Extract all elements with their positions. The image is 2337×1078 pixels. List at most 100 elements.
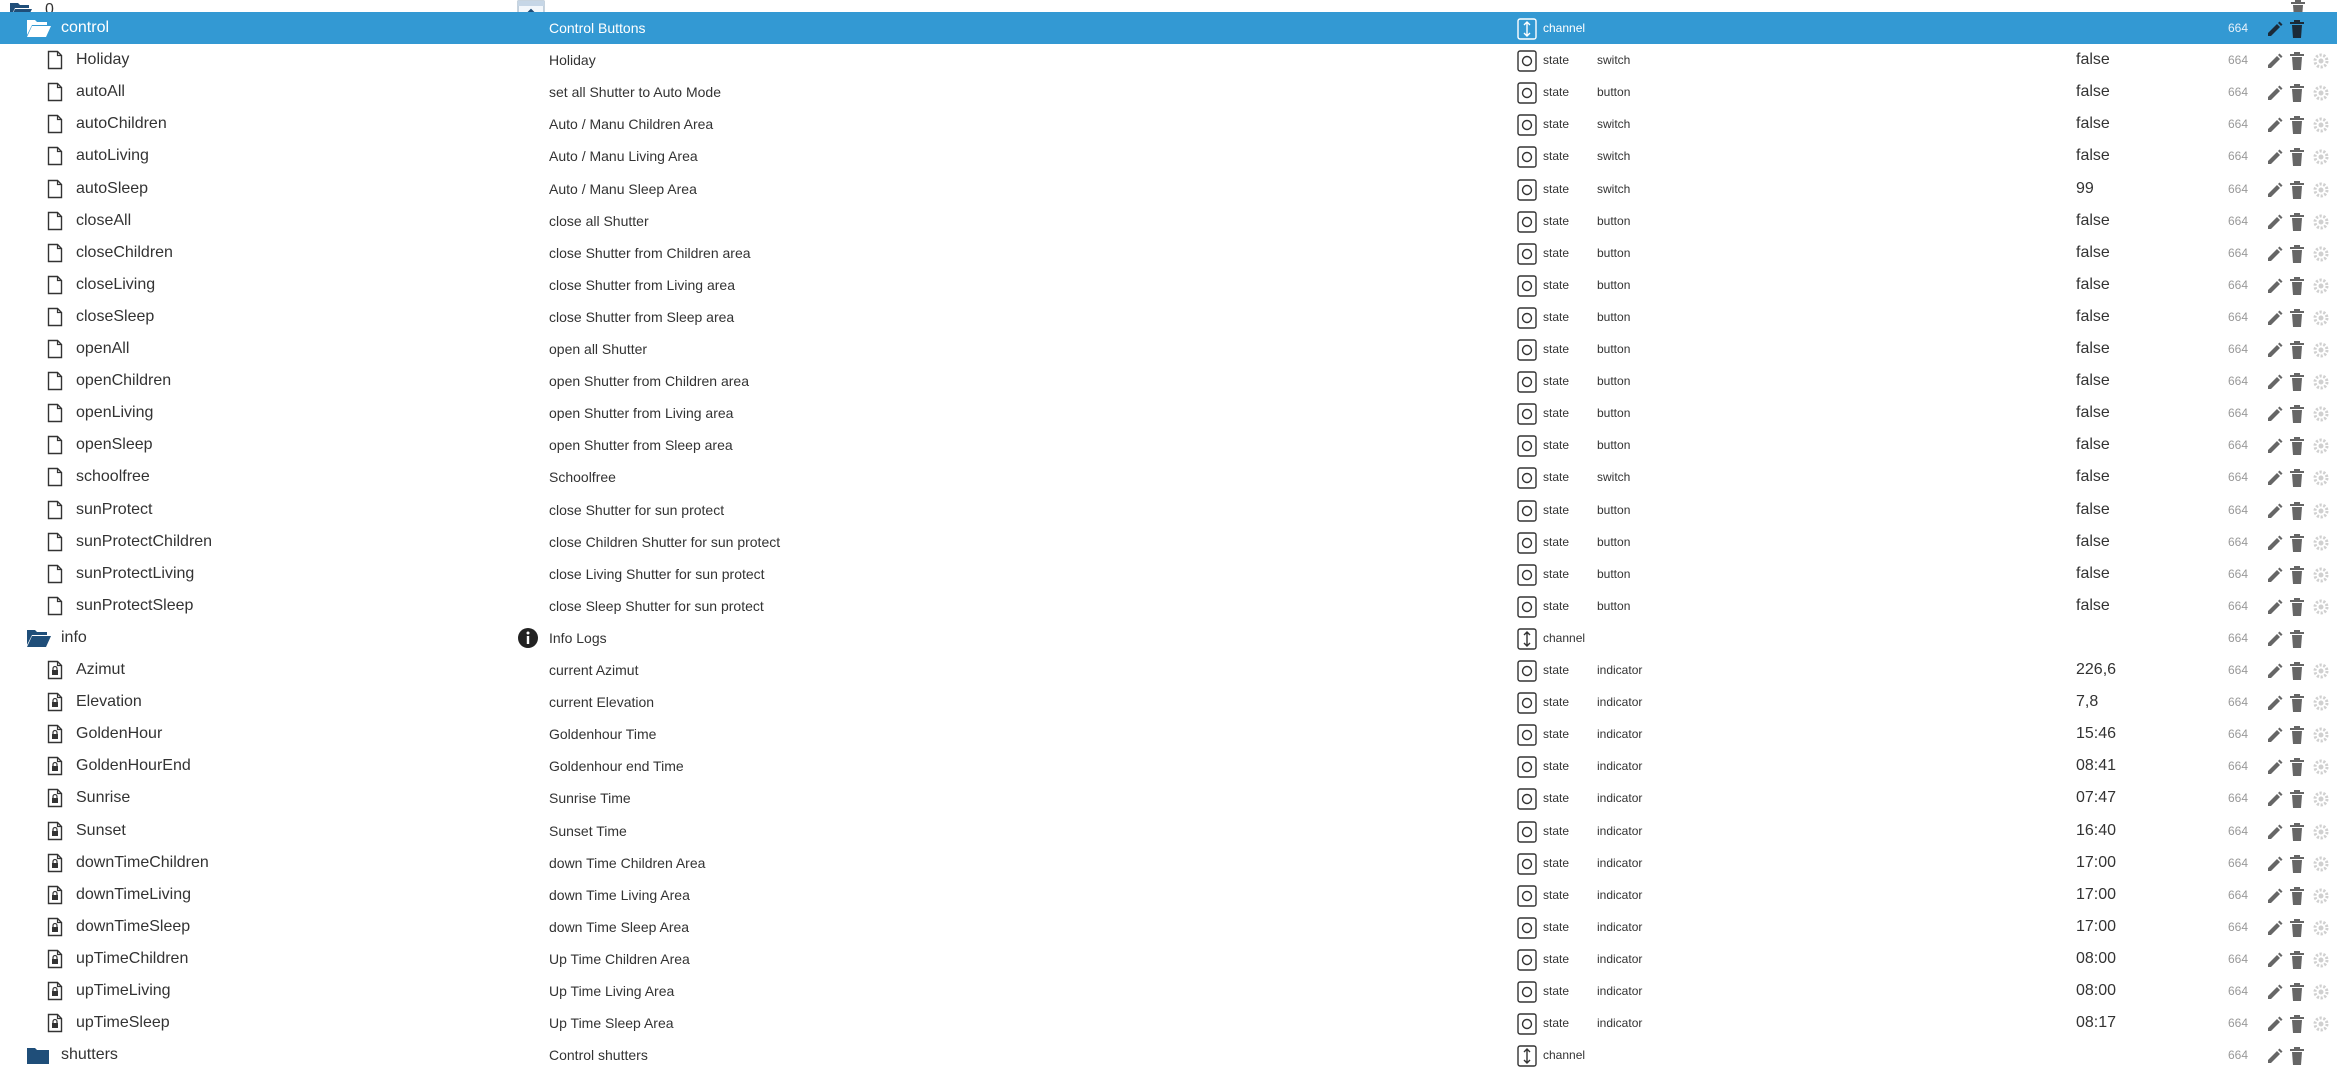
tree-row-open-living[interactable]: openLiving open Shutter from Living area s…: [0, 397, 2337, 429]
settings-gear-icon[interactable]: [2312, 309, 2330, 327]
object-value[interactable]: false: [2076, 558, 2110, 590]
tree-row-down-time-living[interactable]: downTimeLiving down Time Living Area state…: [0, 879, 2337, 911]
delete-icon[interactable]: [2289, 662, 2305, 680]
edit-icon[interactable]: [2266, 1047, 2284, 1065]
delete-icon[interactable]: [2289, 501, 2305, 520]
folder-open-icon[interactable]: [26, 628, 52, 648]
tree-row-golden-hour-end[interactable]: GoldenHourEnd Goldenhour end Time state ind…: [0, 750, 2337, 782]
edit-icon[interactable]: [2266, 758, 2284, 776]
edit-icon[interactable]: [2266, 502, 2284, 520]
settings-gear-icon[interactable]: [2312, 919, 2330, 937]
settings-gear-icon[interactable]: [2312, 52, 2330, 70]
tree-row-auto-children[interactable]: autoChildren Auto / Manu Children Area sta…: [0, 108, 2337, 140]
tree-row-auto-all[interactable]: autoAll set all Shutter to Auto Mode state…: [0, 76, 2337, 108]
edit-icon[interactable]: [2266, 662, 2284, 680]
delete-icon[interactable]: [2289, 533, 2305, 552]
settings-gear-icon[interactable]: [2312, 373, 2330, 391]
tree-row-sun-protect-living[interactable]: sunProtectLiving close Living Shutter for…: [0, 558, 2337, 590]
delete-icon[interactable]: [2289, 341, 2305, 359]
delete-icon[interactable]: [2289, 886, 2305, 905]
delete-icon[interactable]: [2289, 244, 2305, 263]
edit-icon[interactable]: [2266, 373, 2284, 391]
object-value[interactable]: 16:40: [2076, 815, 2116, 847]
delete-icon[interactable]: [2289, 950, 2305, 969]
settings-gear-icon[interactable]: [2312, 662, 2330, 680]
tree-row-auto-living[interactable]: autoLiving Auto / Manu Living Area state sw…: [0, 140, 2337, 172]
object-value[interactable]: 15:46: [2076, 718, 2116, 750]
tree-row-open-all[interactable]: openAll open all Shutter state button false 6…: [0, 333, 2337, 365]
delete-icon[interactable]: [2289, 52, 2305, 71]
edit-icon[interactable]: [2266, 245, 2284, 263]
delete-icon[interactable]: [2289, 276, 2305, 295]
settings-gear-icon[interactable]: [2312, 469, 2330, 487]
tree-row-down-time-children[interactable]: downTimeChildren down Time Children Area s…: [0, 847, 2337, 879]
edit-icon[interactable]: [2266, 855, 2284, 873]
tree-row-close-living[interactable]: closeLiving close Shutter from Living are…: [0, 269, 2337, 301]
delete-icon[interactable]: [2289, 469, 2305, 488]
edit-icon[interactable]: [2266, 213, 2284, 231]
delete-icon[interactable]: [2289, 437, 2305, 456]
settings-gear-icon[interactable]: [2312, 566, 2330, 584]
settings-gear-icon[interactable]: [2312, 341, 2330, 359]
settings-gear-icon[interactable]: [2312, 405, 2330, 423]
edit-icon[interactable]: [2266, 566, 2284, 584]
settings-gear-icon[interactable]: [2312, 277, 2330, 295]
tree-row-sun-protect-sleep[interactable]: sunProtectSleep close Sleep Shutter for s…: [0, 590, 2337, 622]
object-value[interactable]: 17:00: [2076, 879, 2116, 911]
edit-icon[interactable]: [2266, 630, 2284, 648]
edit-icon[interactable]: [2266, 983, 2284, 1001]
edit-icon[interactable]: [2266, 84, 2284, 102]
folder-closed-icon[interactable]: [26, 1045, 50, 1065]
settings-gear-icon[interactable]: [2312, 437, 2330, 455]
object-value[interactable]: false: [2076, 397, 2110, 429]
delete-icon[interactable]: [2289, 84, 2305, 103]
delete-icon[interactable]: [2289, 918, 2305, 937]
object-value[interactable]: 226,6: [2076, 654, 2116, 686]
object-value[interactable]: 17:00: [2076, 911, 2116, 943]
object-value[interactable]: 7,8: [2076, 686, 2098, 718]
delete-icon[interactable]: [2289, 758, 2305, 777]
settings-gear-icon[interactable]: [2312, 148, 2330, 166]
edit-icon[interactable]: [2266, 341, 2284, 359]
edit-icon[interactable]: [2266, 1015, 2284, 1033]
tree-row-close-all[interactable]: closeAll close all Shutter state button fals…: [0, 205, 2337, 237]
edit-icon[interactable]: [2266, 52, 2284, 70]
edit-icon[interactable]: [2266, 437, 2284, 455]
edit-icon[interactable]: [2266, 148, 2284, 166]
delete-icon[interactable]: [2289, 116, 2305, 135]
object-value[interactable]: false: [2076, 140, 2110, 172]
edit-icon[interactable]: [2266, 887, 2284, 905]
settings-gear-icon[interactable]: [2312, 1015, 2330, 1033]
settings-gear-icon[interactable]: [2312, 181, 2330, 199]
tree-row-down-time-sleep[interactable]: downTimeSleep down Time Sleep Area state in…: [0, 911, 2337, 943]
edit-icon[interactable]: [2266, 726, 2284, 744]
edit-icon[interactable]: [2266, 20, 2284, 38]
delete-icon[interactable]: [2289, 822, 2305, 841]
object-value[interactable]: false: [2076, 429, 2110, 461]
delete-icon[interactable]: [2289, 180, 2305, 199]
object-value[interactable]: 07:47: [2076, 782, 2116, 814]
delete-icon[interactable]: [2289, 565, 2305, 584]
settings-gear-icon[interactable]: [2312, 983, 2330, 1001]
settings-gear-icon[interactable]: [2312, 245, 2330, 263]
settings-gear-icon[interactable]: [2312, 213, 2330, 231]
delete-icon[interactable]: [2289, 790, 2305, 809]
object-value[interactable]: 08:00: [2076, 943, 2116, 975]
delete-icon[interactable]: [2289, 629, 2305, 648]
delete-icon[interactable]: [2289, 983, 2305, 1001]
settings-gear-icon[interactable]: [2312, 502, 2330, 520]
tree-row-sunrise[interactable]: Sunrise Sunrise Time state indicator 07:47 66…: [0, 782, 2337, 814]
edit-icon[interactable]: [2266, 469, 2284, 487]
settings-gear-icon[interactable]: [2312, 951, 2330, 969]
delete-icon[interactable]: [2289, 308, 2305, 327]
tree-row-auto-sleep[interactable]: autoSleep Auto / Manu Sleep Area state swit…: [0, 173, 2337, 205]
delete-icon[interactable]: [2289, 212, 2305, 231]
tree-row-close-sleep[interactable]: closeSleep close Shutter from Sleep area s…: [0, 301, 2337, 333]
object-value[interactable]: false: [2076, 461, 2110, 493]
settings-gear-icon[interactable]: [2312, 694, 2330, 712]
tree-row-schoolfree[interactable]: schoolfree Schoolfree state switch false 664: [0, 461, 2337, 493]
object-value[interactable]: false: [2076, 237, 2110, 269]
delete-icon[interactable]: [2289, 726, 2305, 745]
settings-gear-icon[interactable]: [2312, 823, 2330, 841]
settings-gear-icon[interactable]: [2312, 855, 2330, 873]
